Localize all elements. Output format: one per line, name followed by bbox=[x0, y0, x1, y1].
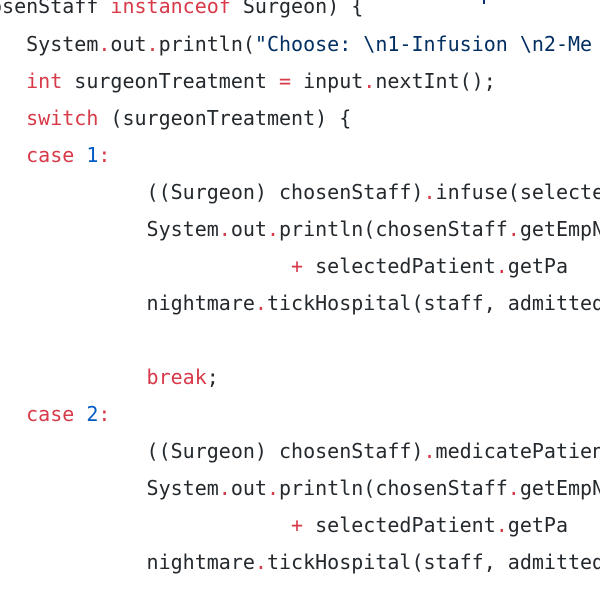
code-line: case 1: bbox=[0, 143, 110, 167]
code-line: int surgeonTreatment = input.nextInt(); bbox=[0, 69, 496, 93]
code-token: ((Surgeon) chosenStaff) bbox=[0, 439, 424, 463]
code-token: System bbox=[0, 476, 219, 500]
keyword-token: case bbox=[26, 143, 75, 167]
code-line: nightmare.tickHospital(staff, admitted bbox=[0, 291, 600, 315]
operator-token: . bbox=[266, 476, 279, 500]
operator-token: . bbox=[98, 32, 111, 56]
keyword-token: switch bbox=[26, 106, 99, 130]
code-line: System.out.println(chosenStaff.getEmpNa bbox=[0, 217, 600, 241]
code-line: break; bbox=[0, 365, 219, 389]
code-token: selectedPatient bbox=[303, 254, 496, 278]
operator-token: . bbox=[254, 291, 267, 315]
operator-token: . bbox=[266, 217, 279, 241]
code-token: getEmpNa bbox=[519, 217, 600, 241]
code-token: tickHospital(staff, admitted bbox=[266, 550, 600, 574]
code-token: out bbox=[110, 32, 147, 56]
code-line: nightmare.tickHospital(staff, admitted bbox=[0, 550, 600, 574]
code-token: nightmare bbox=[0, 550, 255, 574]
code-token: println(chosenStaff bbox=[279, 217, 508, 241]
operator-token: . bbox=[363, 69, 376, 93]
operator-token: . bbox=[218, 217, 231, 241]
operator-token: . bbox=[423, 180, 436, 204]
operator-token: . bbox=[254, 550, 267, 574]
code-token: println(chosenStaff bbox=[279, 476, 508, 500]
code-token: getEmpNa bbox=[519, 476, 600, 500]
code-token: getPa bbox=[507, 513, 568, 537]
operator-token: . bbox=[495, 254, 508, 278]
code-token: infuse(selecte bbox=[435, 180, 600, 204]
code-token: surgeonTreatment bbox=[62, 69, 279, 93]
code-token: ; bbox=[206, 365, 219, 389]
code-token: osenStaff bbox=[0, 0, 111, 18]
code-token: tickHospital(staff, admitted bbox=[266, 291, 600, 315]
keyword-token: break bbox=[146, 365, 207, 389]
code-token: System bbox=[0, 32, 99, 56]
operator-token: . bbox=[507, 476, 520, 500]
code-token: System bbox=[0, 217, 219, 241]
code-line: ((Surgeon) chosenStaff).infuse(selecte bbox=[0, 180, 600, 204]
operator-token: : bbox=[98, 143, 111, 167]
code-token: nightmare bbox=[0, 291, 255, 315]
number-token: 2 bbox=[86, 402, 99, 426]
text-cursor bbox=[483, 0, 485, 4]
code-line: + selectedPatient.getPa bbox=[0, 254, 568, 278]
code-token: out bbox=[230, 476, 267, 500]
operator-token: . bbox=[423, 439, 436, 463]
operator-token: + bbox=[291, 513, 304, 537]
keyword-token: int bbox=[26, 69, 63, 93]
code-token: ((Surgeon) chosenStaff) bbox=[0, 180, 424, 204]
operator-token: : bbox=[98, 402, 111, 426]
number-token: 1 bbox=[86, 143, 99, 167]
code-token: medicatePatient bbox=[435, 439, 600, 463]
code-line: switch (surgeonTreatment) { bbox=[0, 106, 351, 130]
operator-token: . bbox=[507, 217, 520, 241]
code-line: ((Surgeon) chosenStaff).medicatePatient bbox=[0, 439, 600, 463]
operator-token: . bbox=[218, 476, 231, 500]
code-token: getPa bbox=[507, 254, 568, 278]
code-token: out bbox=[230, 217, 267, 241]
code-token: selectedPatient bbox=[303, 513, 496, 537]
operator-token: + bbox=[291, 254, 304, 278]
operator-token: . bbox=[495, 513, 508, 537]
code-token: println( bbox=[158, 32, 255, 56]
keyword-token: instanceof bbox=[110, 0, 231, 18]
code-line: osenStaff instanceof Surgeon) { bbox=[0, 0, 363, 18]
code-token: nextInt(); bbox=[375, 69, 496, 93]
code-line: case 2: bbox=[0, 402, 110, 426]
operator-token: . bbox=[146, 32, 159, 56]
operator-token: = bbox=[279, 69, 292, 93]
code-token: Surgeon) { bbox=[230, 0, 364, 18]
code-editor[interactable]: osenStaff instanceof Surgeon) { System.o… bbox=[0, 0, 600, 600]
code-line: System.out.println(chosenStaff.getEmpNa bbox=[0, 476, 600, 500]
code-token: input bbox=[291, 69, 364, 93]
code-line: + selectedPatient.getPa bbox=[0, 513, 568, 537]
string-token: "Choose: \n1-Infusion \n2-Me bbox=[254, 32, 593, 56]
code-token: (surgeonTreatment) { bbox=[98, 106, 352, 130]
code-line: System.out.println("Choose: \n1-Infusion… bbox=[0, 32, 592, 56]
keyword-token: case bbox=[26, 402, 75, 426]
